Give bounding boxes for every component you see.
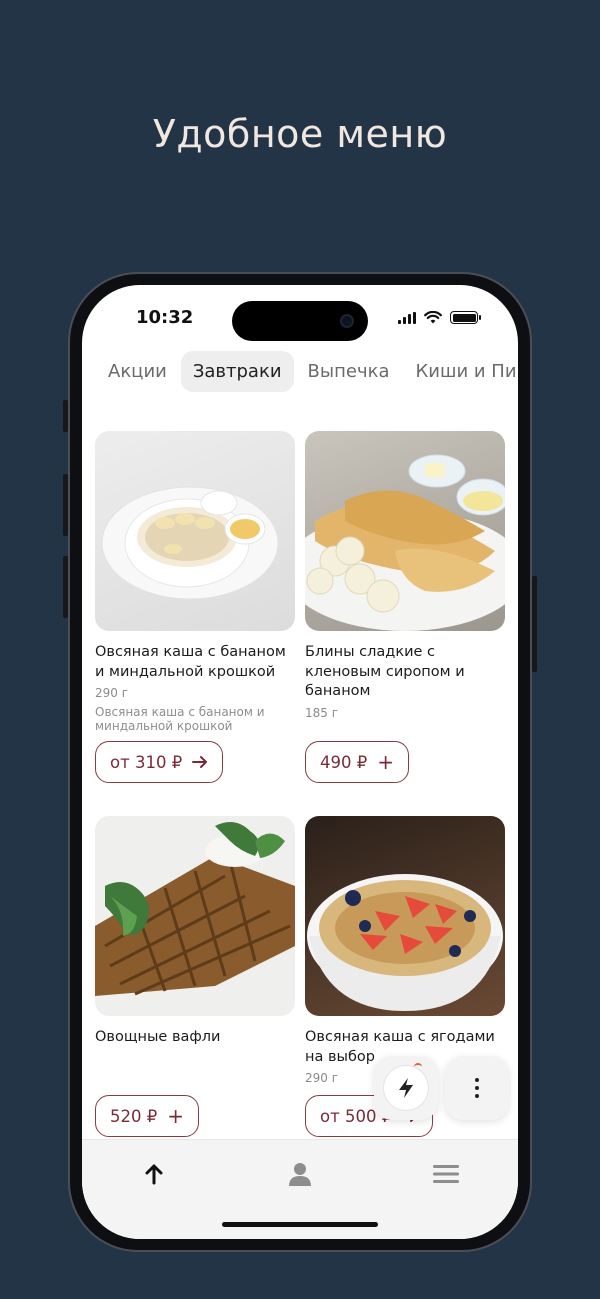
- nav-menu-button[interactable]: [426, 1154, 466, 1194]
- waffles-image: [95, 822, 295, 996]
- wifi-icon: [424, 311, 442, 324]
- menu-icon: [433, 1165, 459, 1183]
- product-photo: [305, 431, 505, 631]
- product-card[interactable]: Овсяная каша с бананом и миндальной крош…: [95, 431, 295, 733]
- volume-down-button: [63, 556, 68, 618]
- price-button[interactable]: от 310 ₽: [95, 741, 224, 783]
- berry-porridge-image: [307, 874, 503, 1011]
- product-card[interactable]: Овощные вафли: [95, 816, 295, 1048]
- porridge-image: [101, 486, 279, 600]
- pancakes-image: [305, 454, 505, 631]
- price-label: 520 ₽: [110, 1106, 158, 1126]
- price-label: 490 ₽: [320, 752, 368, 772]
- more-vertical-icon: [475, 1078, 479, 1098]
- power-button: [532, 576, 537, 672]
- page-headline: Удобное меню: [152, 112, 448, 156]
- bottom-navigation: [82, 1139, 518, 1239]
- product-name: Овощные вафли: [95, 1029, 221, 1045]
- arrow-up-icon: [145, 1164, 163, 1185]
- tab-zavtraki[interactable]: Завтраки: [180, 351, 294, 392]
- nav-top-button[interactable]: [134, 1154, 174, 1194]
- product-weight: 290 г: [95, 686, 129, 700]
- profile-icon: [289, 1163, 311, 1186]
- plus-icon: +: [377, 750, 395, 774]
- battery-icon: [450, 311, 481, 324]
- category-tabs: Акции Завтраки Выпечка Киши и Пир: [96, 351, 518, 392]
- product-weight: 185 г: [305, 705, 339, 720]
- quick-order-button[interactable]: [374, 1056, 438, 1120]
- nav-profile-button[interactable]: [280, 1154, 320, 1194]
- product-photo: [95, 431, 295, 631]
- home-indicator: [222, 1222, 378, 1227]
- product-card[interactable]: Овсяная каша с ягодами на выбор 290 г: [305, 816, 505, 1085]
- action-button: [63, 400, 68, 432]
- plus-icon: +: [167, 1104, 185, 1128]
- price-label: от 310 ₽: [110, 752, 183, 772]
- camera-icon: [340, 314, 354, 328]
- tab-vypechka[interactable]: Выпечка: [296, 351, 402, 392]
- volume-up-button: [63, 474, 68, 536]
- price-button[interactable]: 490 ₽ +: [305, 741, 410, 783]
- tab-akcii[interactable]: Акции: [96, 351, 179, 392]
- product-name: Овсяная каша с бананом и миндальной крош…: [95, 644, 286, 680]
- phone-screen: 10:32 Акции Завтраки Выпечка Киши и Пир: [82, 285, 518, 1239]
- product-photo: [95, 816, 295, 1016]
- product-photo: [305, 816, 505, 1016]
- status-icons: [398, 311, 481, 324]
- arrow-right-icon: [192, 756, 208, 768]
- product-name: Блины сладкие с кленовым сиропом и банан…: [305, 644, 465, 699]
- price-button[interactable]: 520 ₽ +: [95, 1095, 200, 1137]
- lightning-icon: [399, 1078, 413, 1098]
- product-description: Овсяная каша с бананом и миндальной крош…: [95, 705, 265, 733]
- dynamic-island: [232, 301, 368, 341]
- signal-icon: [398, 311, 416, 324]
- status-time: 10:32: [136, 307, 194, 328]
- tab-kishi[interactable]: Киши и Пир: [404, 351, 519, 392]
- more-options-button[interactable]: [445, 1056, 509, 1120]
- product-card[interactable]: Блины сладкие с кленовым сиропом и банан…: [305, 431, 505, 720]
